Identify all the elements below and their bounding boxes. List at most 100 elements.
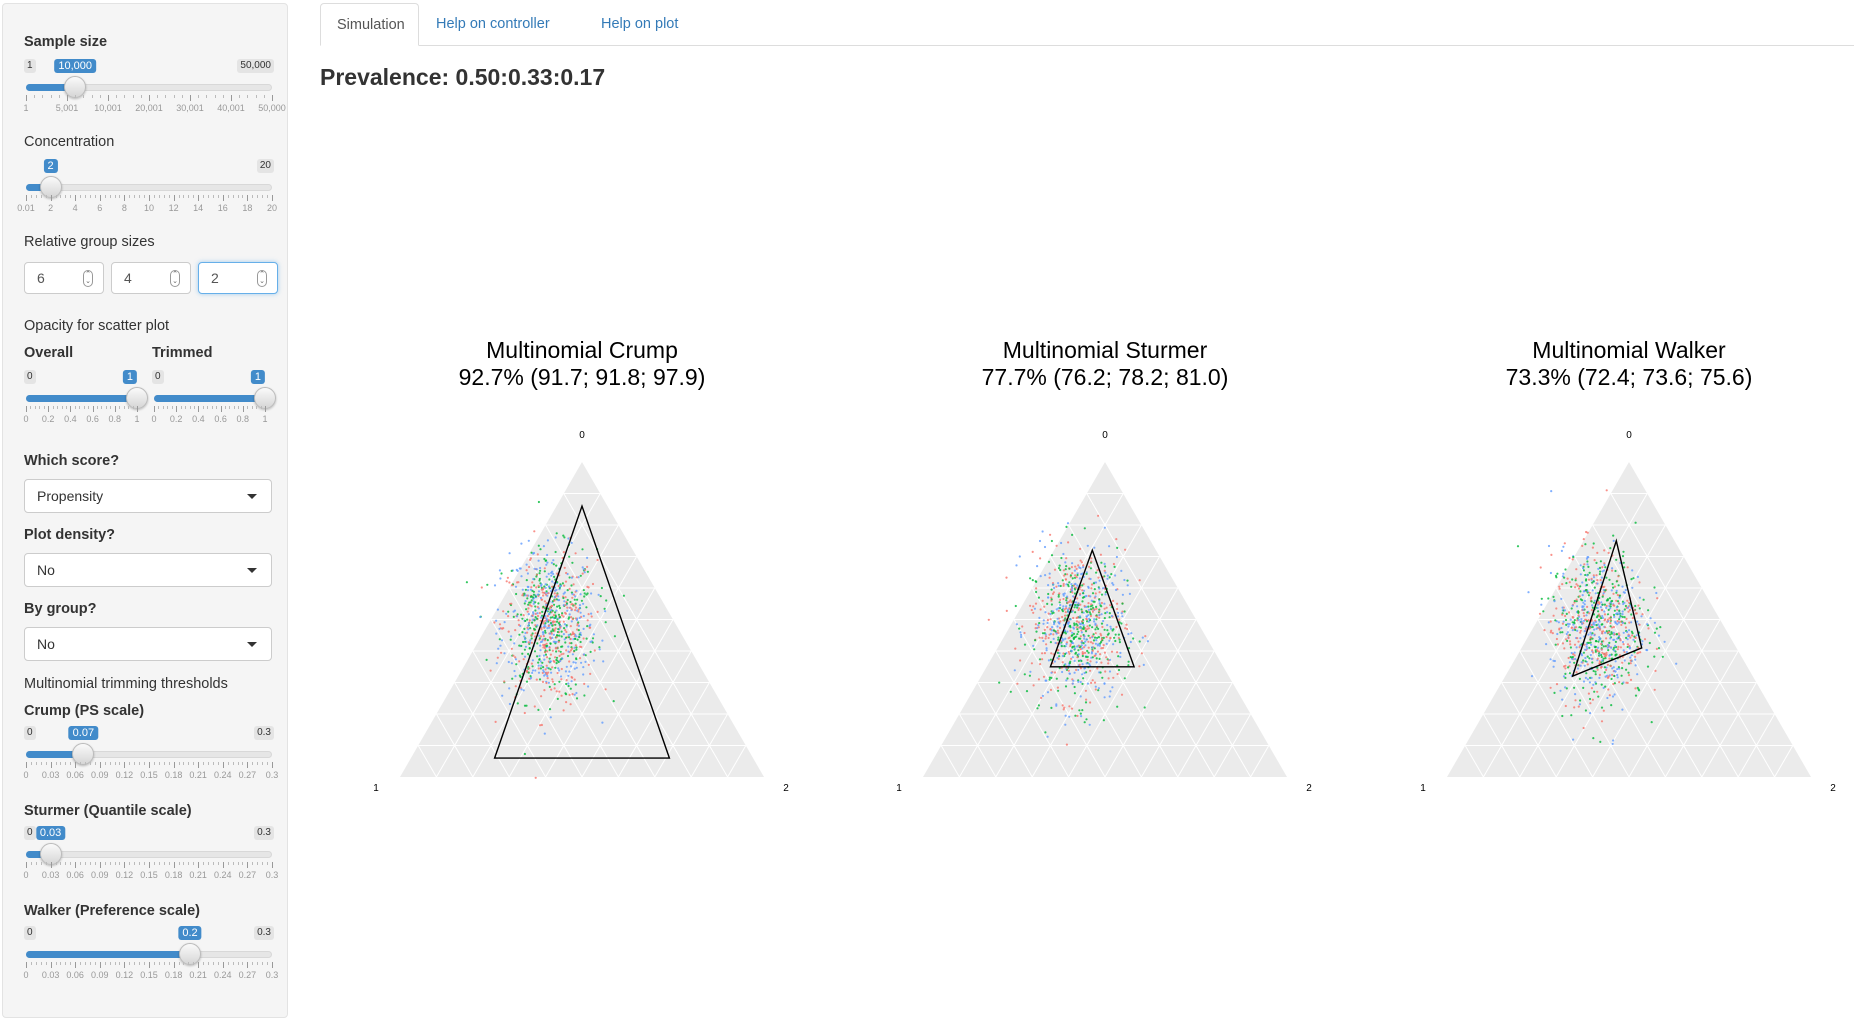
scatter-point (527, 585, 530, 589)
scatter-point (565, 571, 568, 575)
slider-track[interactable] (26, 851, 272, 858)
scatter-point (1073, 648, 1076, 651)
scatter-point (1588, 697, 1592, 701)
crump-threshold-slider[interactable]: 0 0.3 0.07 0 0.03 0.06 0.09 0.12 0.15 0.18 0.21… (23, 726, 278, 786)
scatter-point (1127, 632, 1130, 636)
scatter-point (569, 600, 572, 604)
scatter-point (1583, 630, 1586, 633)
scatter-point (1088, 565, 1091, 569)
group-size-input-2[interactable]: 4 ⌃ ⌄ (111, 262, 191, 294)
scatter-point (1555, 637, 1558, 641)
scatter-point (1600, 642, 1603, 646)
scatter-point (1562, 620, 1565, 623)
scatter-point (1608, 602, 1611, 605)
tab-help-controller[interactable]: Help on controller (420, 3, 566, 45)
slider-minor-tick (262, 762, 264, 765)
scatter-point (1557, 621, 1560, 624)
scatter-point (527, 539, 530, 542)
sturmer-threshold-slider[interactable]: 0 0.3 0.03 0 0.03 0.06 0.09 0.12 0.15 0.18 0.21… (23, 826, 278, 886)
scatter-point (1074, 651, 1078, 654)
scatter-point (1616, 579, 1619, 583)
scatter-point (1571, 558, 1574, 561)
scatter-point (1631, 569, 1634, 572)
scatter-point (495, 632, 498, 635)
scatter-point (1570, 651, 1573, 655)
scatter-point (1595, 574, 1598, 577)
scatter-point (1607, 675, 1610, 678)
which-score-select[interactable]: Propensity (24, 479, 272, 513)
scatter-point (1582, 619, 1586, 622)
spinner-icon[interactable]: ⌃ ⌄ (170, 270, 180, 287)
scatter-point (558, 628, 561, 631)
slider-minor-tick (212, 762, 214, 765)
scatter-point (1050, 652, 1053, 655)
scatter-point (1067, 650, 1070, 654)
scatter-point (1051, 582, 1055, 585)
scatter-point (1562, 572, 1565, 575)
sample-size-slider[interactable]: 1 50,000 10,000 1 5,001 10,001 20,001 30,001… (23, 59, 286, 119)
scatter-point (569, 606, 572, 609)
scatter-point (1103, 569, 1106, 572)
tab-simulation[interactable]: Simulation (320, 3, 419, 46)
scatter-point (529, 558, 532, 562)
scatter-point (1575, 636, 1578, 640)
scatter-point (1578, 703, 1581, 706)
corner-label-right: 2 (1306, 783, 1312, 794)
scatter-point (571, 653, 575, 656)
scatter-point (1097, 514, 1100, 517)
scatter-point (582, 589, 585, 592)
scatter-point (1618, 602, 1621, 605)
group-size-input-3[interactable]: 2 ⌃ ⌄ (198, 262, 278, 294)
walker-threshold-slider[interactable]: 0 0.3 0.2 0 0.03 0.06 0.09 0.12 0.15 0.18 0.21 0… (23, 926, 278, 986)
slider-track[interactable] (26, 184, 272, 191)
slider-minor-tick (237, 195, 239, 198)
scatter-point (1622, 591, 1625, 594)
slider-minor-tick (139, 762, 141, 765)
scatter-point (1565, 612, 1568, 616)
slider-tick-label: 0.24 (214, 970, 232, 980)
scatter-point (1602, 657, 1605, 660)
tab-help-plot[interactable]: Help on plot (585, 3, 694, 45)
scatter-point (1585, 648, 1588, 652)
slider-minor-tick (128, 406, 130, 409)
group-size-input-1[interactable]: 6 ⌃ ⌄ (24, 262, 104, 294)
overall-opacity-slider[interactable]: 0 1 0 0.2 0.4 0.6 0.8 1 (23, 370, 148, 430)
scatter-point (1093, 608, 1096, 612)
scatter-point (535, 586, 538, 589)
scatter-point (577, 629, 580, 632)
scatter-point (1592, 683, 1595, 686)
scatter-point (1592, 651, 1595, 654)
spinner-icon[interactable]: ⌃ ⌄ (257, 270, 267, 287)
plot-density-select[interactable]: No (24, 553, 272, 587)
scatter-point (1075, 567, 1078, 571)
scatter-point (1580, 620, 1583, 623)
slider-minor-tick (202, 406, 204, 409)
grid-line (490, 619, 583, 778)
slider-minor-tick (57, 406, 59, 409)
scatter-point (567, 633, 570, 637)
scatter-point (570, 646, 573, 649)
scatter-point (1617, 666, 1620, 669)
scatter-point (558, 690, 561, 693)
by-group-select[interactable]: No (24, 627, 272, 661)
grid-line (581, 619, 674, 778)
concentration-slider[interactable]: 20 2 0.01 2 4 6 8 10 12 14 16 18 20 (17, 159, 277, 219)
scatter-point (578, 616, 581, 620)
grid-line (563, 493, 729, 778)
trimmed-opacity-slider[interactable]: 0 1 0 0.2 0.4 0.6 0.8 1 (151, 370, 276, 430)
scatter-point (1585, 629, 1588, 633)
scatter-point (1060, 541, 1063, 545)
scatter-point (554, 642, 557, 645)
scatter-point (537, 708, 540, 712)
scatter-point (1083, 721, 1086, 724)
scatter-point (1578, 626, 1581, 629)
scatter-point (1049, 628, 1052, 631)
spinner-icon[interactable]: ⌃ ⌄ (83, 270, 93, 287)
slider-tick (67, 95, 68, 101)
scatter-point (566, 606, 569, 609)
scatter-point (1112, 628, 1115, 631)
scatter-point (1065, 607, 1068, 610)
scatter-point (521, 588, 524, 591)
scatter-point (1069, 649, 1073, 652)
scatter-point (603, 607, 606, 610)
